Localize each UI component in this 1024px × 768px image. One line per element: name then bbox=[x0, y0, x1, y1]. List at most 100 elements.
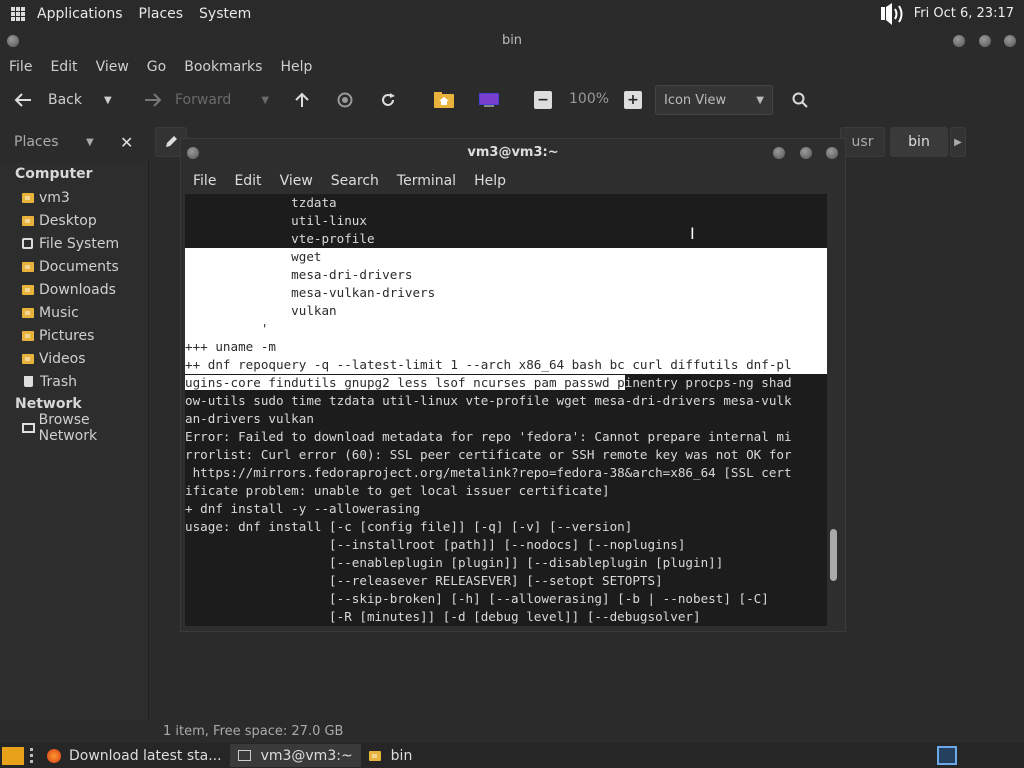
terminal-menu-search[interactable]: Search bbox=[322, 173, 388, 189]
back-button[interactable]: Back ▼ bbox=[14, 92, 112, 108]
close-icon[interactable] bbox=[1004, 35, 1016, 47]
task-label: Download latest sta... bbox=[69, 747, 222, 764]
taskbar: Download latest sta... vm3@vm3:~ bin bbox=[0, 743, 1024, 768]
menu-view[interactable]: View bbox=[87, 59, 138, 75]
terminal-title: vm3@vm3:~ bbox=[467, 145, 559, 160]
sidebar-item-label: Downloads bbox=[39, 281, 116, 298]
terminal-output[interactable]: tzdata util-linux vte-profile wget mesa-… bbox=[185, 194, 827, 626]
sidebar-item-downloads[interactable]: Downloads bbox=[0, 278, 148, 301]
terminal-line: util-linux bbox=[185, 213, 367, 228]
path-button-bin-label: bin bbox=[908, 134, 930, 150]
places-menu[interactable]: Places bbox=[131, 6, 192, 22]
forward-label: Forward bbox=[175, 92, 232, 108]
chevron-down-icon[interactable]: ▼ bbox=[261, 95, 269, 106]
show-desktop-icon[interactable] bbox=[2, 746, 24, 765]
zoom-in-button[interactable]: + bbox=[624, 91, 642, 109]
menu-bookmarks[interactable]: Bookmarks bbox=[175, 59, 271, 75]
terminal-line-selected: vulkan bbox=[185, 302, 827, 320]
task-firefox[interactable]: Download latest sta... bbox=[39, 744, 230, 767]
back-label: Back bbox=[48, 92, 82, 108]
zoom-out-button[interactable]: − bbox=[534, 91, 552, 109]
terminal-icon bbox=[237, 750, 251, 761]
maximize-icon[interactable] bbox=[979, 35, 991, 47]
terminal-line: Error: Failed to download metadata for r… bbox=[185, 429, 792, 444]
arrow-up-icon[interactable] bbox=[294, 92, 310, 108]
window-menu-icon[interactable] bbox=[7, 35, 19, 47]
sidebar-item-vm3[interactable]: vm3 bbox=[0, 186, 148, 209]
terminal-titlebar[interactable]: vm3@vm3:~ bbox=[181, 139, 845, 167]
forward-button[interactable]: Forward ▼ bbox=[144, 92, 269, 108]
apps-grid-icon[interactable] bbox=[11, 6, 25, 21]
drive-icon bbox=[22, 238, 33, 249]
workspace-switcher-icon[interactable] bbox=[937, 746, 957, 765]
terminal-menu-help[interactable]: Help bbox=[465, 173, 515, 189]
minimize-icon[interactable] bbox=[773, 147, 785, 159]
sidebar-item-music[interactable]: Music bbox=[0, 301, 148, 324]
view-mode-value: Icon View bbox=[664, 92, 727, 108]
menu-file[interactable]: File bbox=[0, 59, 41, 75]
terminal-line-selected: ' bbox=[185, 320, 827, 338]
minimize-icon[interactable] bbox=[953, 35, 965, 47]
sidebar-item-videos[interactable]: Videos bbox=[0, 347, 148, 370]
task-file-manager[interactable]: bin bbox=[361, 744, 421, 767]
terminal-menubar: File Edit View Search Terminal Help bbox=[181, 169, 845, 193]
clock-text[interactable]: Fri Oct 6, 23:17 bbox=[914, 6, 1014, 21]
top-menu: Applications Places System bbox=[29, 0, 259, 27]
arrow-right-icon bbox=[145, 93, 162, 107]
file-manager-toolbar: Back ▼ Forward ▼ − 100% + bbox=[0, 82, 1024, 118]
sidebar-item-browse-network[interactable]: Browse Network bbox=[0, 412, 148, 444]
terminal-line-selected: mesa-vulkan-drivers bbox=[185, 284, 827, 302]
terminal-line-selected: +++ uname -m bbox=[185, 338, 827, 356]
sidebar-item-trash[interactable]: Trash bbox=[0, 370, 148, 393]
sidebar-item-file-system[interactable]: File System bbox=[0, 232, 148, 255]
terminal-line-selected: ++ dnf repoquery -q --latest-limit 1 --a… bbox=[185, 356, 827, 374]
places-select[interactable]: Places bbox=[14, 134, 59, 150]
terminal-scrollbar[interactable] bbox=[830, 529, 837, 581]
maximize-icon[interactable] bbox=[800, 147, 812, 159]
terminal-menu-terminal[interactable]: Terminal bbox=[388, 173, 465, 189]
window-menu-icon[interactable] bbox=[187, 147, 199, 159]
path-button-bin[interactable]: bin bbox=[890, 127, 948, 157]
applications-menu[interactable]: Applications bbox=[29, 6, 131, 22]
sidebar-item-pictures[interactable]: Pictures bbox=[0, 324, 148, 347]
reload-icon[interactable] bbox=[380, 92, 396, 108]
file-manager-title: bin bbox=[501, 33, 523, 48]
chevron-down-icon[interactable]: ▼ bbox=[104, 95, 112, 106]
folder-icon bbox=[368, 750, 381, 761]
sidebar-item-desktop[interactable]: Desktop bbox=[0, 209, 148, 232]
sidebar-item-label: File System bbox=[39, 235, 120, 252]
menu-go[interactable]: Go bbox=[138, 59, 175, 75]
terminal-window[interactable]: vm3@vm3:~ File Edit View Search Terminal… bbox=[180, 138, 846, 632]
search-icon[interactable] bbox=[792, 92, 808, 108]
terminal-line: + dnf install -y --allowerasing bbox=[185, 501, 421, 516]
stop-icon[interactable] bbox=[337, 92, 353, 108]
status-text: 1 item, Free space: 27.0 GB bbox=[163, 724, 344, 739]
zoom-level: 100% bbox=[569, 91, 610, 107]
system-menu[interactable]: System bbox=[191, 6, 259, 22]
path-button-usr[interactable]: usr bbox=[840, 127, 885, 157]
file-manager-menubar: File Edit View Go Bookmarks Help bbox=[0, 54, 1024, 80]
terminal-menu-view[interactable]: View bbox=[271, 173, 322, 189]
task-label: vm3@vm3:~ bbox=[260, 747, 353, 764]
close-icon[interactable] bbox=[826, 147, 838, 159]
path-scroll-right-button[interactable]: ▶ bbox=[950, 127, 966, 157]
sidebar-item-label: Browse Network bbox=[38, 411, 98, 444]
menu-help[interactable]: Help bbox=[271, 59, 321, 75]
view-mode-select[interactable]: Icon View ▼ bbox=[655, 85, 773, 115]
close-sidebar-icon[interactable]: ✕ bbox=[120, 133, 133, 152]
home-folder-icon[interactable] bbox=[433, 91, 455, 109]
terminal-menu-edit[interactable]: Edit bbox=[225, 173, 270, 189]
terminal-menu-file[interactable]: File bbox=[184, 173, 225, 189]
text-cursor-icon: I bbox=[690, 224, 695, 243]
terminal-line: tzdata bbox=[185, 195, 337, 210]
chevron-down-icon[interactable]: ▼ bbox=[86, 137, 94, 148]
computer-icon[interactable] bbox=[478, 92, 500, 108]
firefox-icon bbox=[47, 748, 61, 763]
menu-edit[interactable]: Edit bbox=[41, 59, 86, 75]
volume-icon[interactable] bbox=[880, 2, 910, 25]
unselected-text: inentry procps-ng shad bbox=[624, 375, 792, 390]
terminal-line: [--installroot [path]] [--nodocs] [--nop… bbox=[185, 537, 686, 552]
sidebar-item-documents[interactable]: Documents bbox=[0, 255, 148, 278]
taskbar-handle[interactable] bbox=[30, 748, 33, 763]
task-terminal[interactable]: vm3@vm3:~ bbox=[229, 744, 361, 767]
